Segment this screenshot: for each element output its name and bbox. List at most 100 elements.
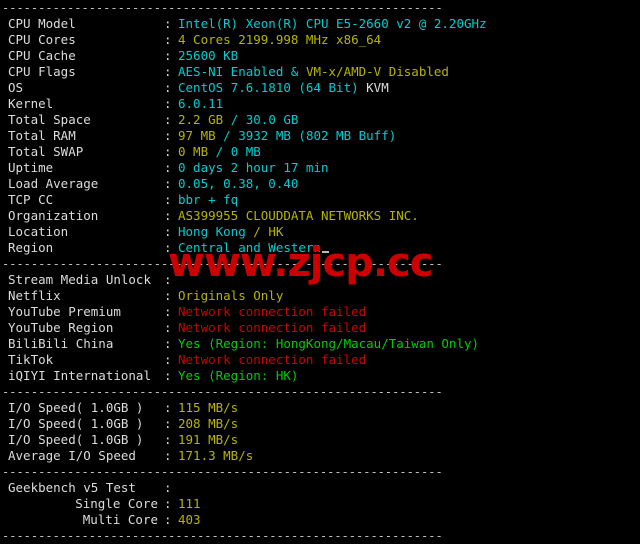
row-value: 171.3 MB/s: [178, 448, 254, 463]
row-colon: :: [164, 480, 172, 495]
info-row: Kernel:6.0.11: [0, 96, 640, 112]
row-label: iQIYI International: [8, 368, 151, 383]
section-geekbench: Geekbench v5 Test: Single Core:111 Multi C…: [0, 480, 640, 528]
row-label: I/O Speed( 1.0GB ): [8, 400, 144, 415]
section-io-speed: I/O Speed( 1.0GB ):115 MB/s I/O Speed( 1.…: [0, 400, 640, 464]
row-colon: :: [164, 240, 172, 255]
row-colon: :: [164, 304, 172, 319]
terminal-output: ----------------------------------------…: [0, 0, 640, 544]
row-value: VM-x/AMD-V Disabled: [305, 64, 449, 79]
info-row: Total RAM:97 MB / 3932 MB (802 MB Buff): [0, 128, 640, 144]
row-value: Yes (Region: HongKong/Macau/Taiwan Only): [178, 336, 480, 351]
row-value: 97 MB: [178, 128, 224, 143]
row-label: I/O Speed( 1.0GB ): [8, 432, 144, 447]
row-label: Region: [8, 240, 54, 255]
row-label: Load Average: [8, 176, 99, 191]
row-label: TikTok: [8, 352, 54, 367]
row-value: Hong Kong: [178, 224, 254, 239]
section-separator: ----------------------------------------…: [2, 257, 443, 271]
row-label: Total SWAP: [8, 144, 84, 159]
row-colon: :: [164, 272, 172, 287]
text-cursor: [322, 251, 329, 253]
row-value: 25600 KB: [178, 48, 239, 63]
row-colon: :: [164, 112, 172, 127]
row-label: TCP CC: [8, 192, 54, 207]
section-separator: ----------------------------------------…: [2, 385, 443, 399]
row-colon: :: [164, 32, 172, 47]
row-colon: :: [164, 96, 172, 111]
info-row: Region: Central and Western: [0, 240, 640, 256]
info-row: TCP CC: bbr + fq: [0, 192, 640, 208]
info-row: OS: CentOS 7.6.1810 (64 Bit) KVM: [0, 80, 640, 96]
row-colon: :: [164, 80, 172, 95]
row-label: Total RAM: [8, 128, 76, 143]
section-system-info: CPU Model: Intel(R) Xeon(R) CPU E5-2660 v…: [0, 16, 640, 256]
info-row: YouTube Premium: Network connection faile…: [0, 304, 640, 320]
section-separator: ----------------------------------------…: [2, 465, 443, 479]
info-row: Stream Media Unlock:: [0, 272, 640, 288]
row-colon: :: [164, 432, 172, 447]
row-label: OS: [8, 80, 24, 95]
row-label: CPU Cache: [8, 48, 76, 63]
info-row: Single Core:111: [0, 496, 640, 512]
info-row: Total SWAP:0 MB / 0 MB: [0, 144, 640, 160]
row-colon: :: [164, 352, 172, 367]
info-row: Netflix: Originals Only: [0, 288, 640, 304]
row-label: Organization: [8, 208, 99, 223]
row-value: 0 days 2 hour 17 min: [178, 160, 329, 175]
info-row: Geekbench v5 Test:: [0, 480, 640, 496]
row-label: YouTube Premium: [8, 304, 121, 319]
info-row: iQIYI International: Yes (Region: HK): [0, 368, 640, 384]
info-row: Location: Hong Kong / HK: [0, 224, 640, 240]
row-value: bbr + fq: [178, 192, 239, 207]
row-colon: :: [164, 160, 172, 175]
row-colon: :: [164, 336, 172, 351]
row-value: 115 MB/s: [178, 400, 239, 415]
row-colon: :: [164, 208, 172, 223]
row-colon: :: [164, 448, 172, 463]
row-colon: :: [164, 128, 172, 143]
info-row: Organization: AS399955 CLOUDDATA NETWORKS…: [0, 208, 640, 224]
row-value: / 0 MB: [215, 144, 261, 159]
row-colon: :: [164, 416, 172, 431]
section-separator: ----------------------------------------…: [2, 529, 443, 543]
info-row: I/O Speed( 1.0GB ):115 MB/s: [0, 400, 640, 416]
row-colon: :: [164, 192, 172, 207]
row-colon: :: [164, 512, 172, 527]
row-value: 208 MB/s: [178, 416, 239, 431]
row-label: Total Space: [8, 112, 91, 127]
info-row: YouTube Region: Network connection failed: [0, 320, 640, 336]
info-row: Multi Core:403: [0, 512, 640, 528]
row-value: 191 MB/s: [178, 432, 239, 447]
info-row: CPU Cache:25600 KB: [0, 48, 640, 64]
row-label: Geekbench v5 Test: [8, 480, 136, 495]
row-value: 2.2 GB: [178, 112, 231, 127]
info-row: Average I/O Speed:171.3 MB/s: [0, 448, 640, 464]
info-row: TikTok: Network connection failed: [0, 352, 640, 368]
row-value: Yes (Region: HK): [178, 368, 299, 383]
row-value: Central and Western: [178, 240, 321, 255]
row-label: Multi Core: [82, 512, 158, 527]
row-label: Average I/O Speed: [8, 448, 136, 463]
row-colon: :: [164, 48, 172, 63]
row-value: KVM: [366, 80, 389, 95]
row-value: 0.05, 0.38, 0.40: [178, 176, 299, 191]
row-label: Netflix: [8, 288, 61, 303]
row-value: CentOS 7.6.1810 (64 Bit): [178, 80, 367, 95]
row-colon: :: [164, 176, 172, 191]
row-value: Originals Only: [178, 288, 284, 303]
row-colon: :: [164, 224, 172, 239]
info-row: Uptime:0 days 2 hour 17 min: [0, 160, 640, 176]
info-row: Total Space:2.2 GB / 30.0 GB: [0, 112, 640, 128]
row-colon: :: [164, 400, 172, 415]
row-label: I/O Speed( 1.0GB ): [8, 416, 144, 431]
row-value: Network connection failed: [178, 320, 367, 335]
info-row: Load Average:0.05, 0.38, 0.40: [0, 176, 640, 192]
row-label: CPU Cores: [8, 32, 76, 47]
row-label: YouTube Region: [8, 320, 114, 335]
row-label: Uptime: [8, 160, 54, 175]
row-label: Stream Media Unlock: [8, 272, 151, 287]
row-label: CPU Model: [8, 16, 76, 31]
row-value: AES-NI Enabled &: [178, 64, 306, 79]
row-label: Location: [8, 224, 69, 239]
